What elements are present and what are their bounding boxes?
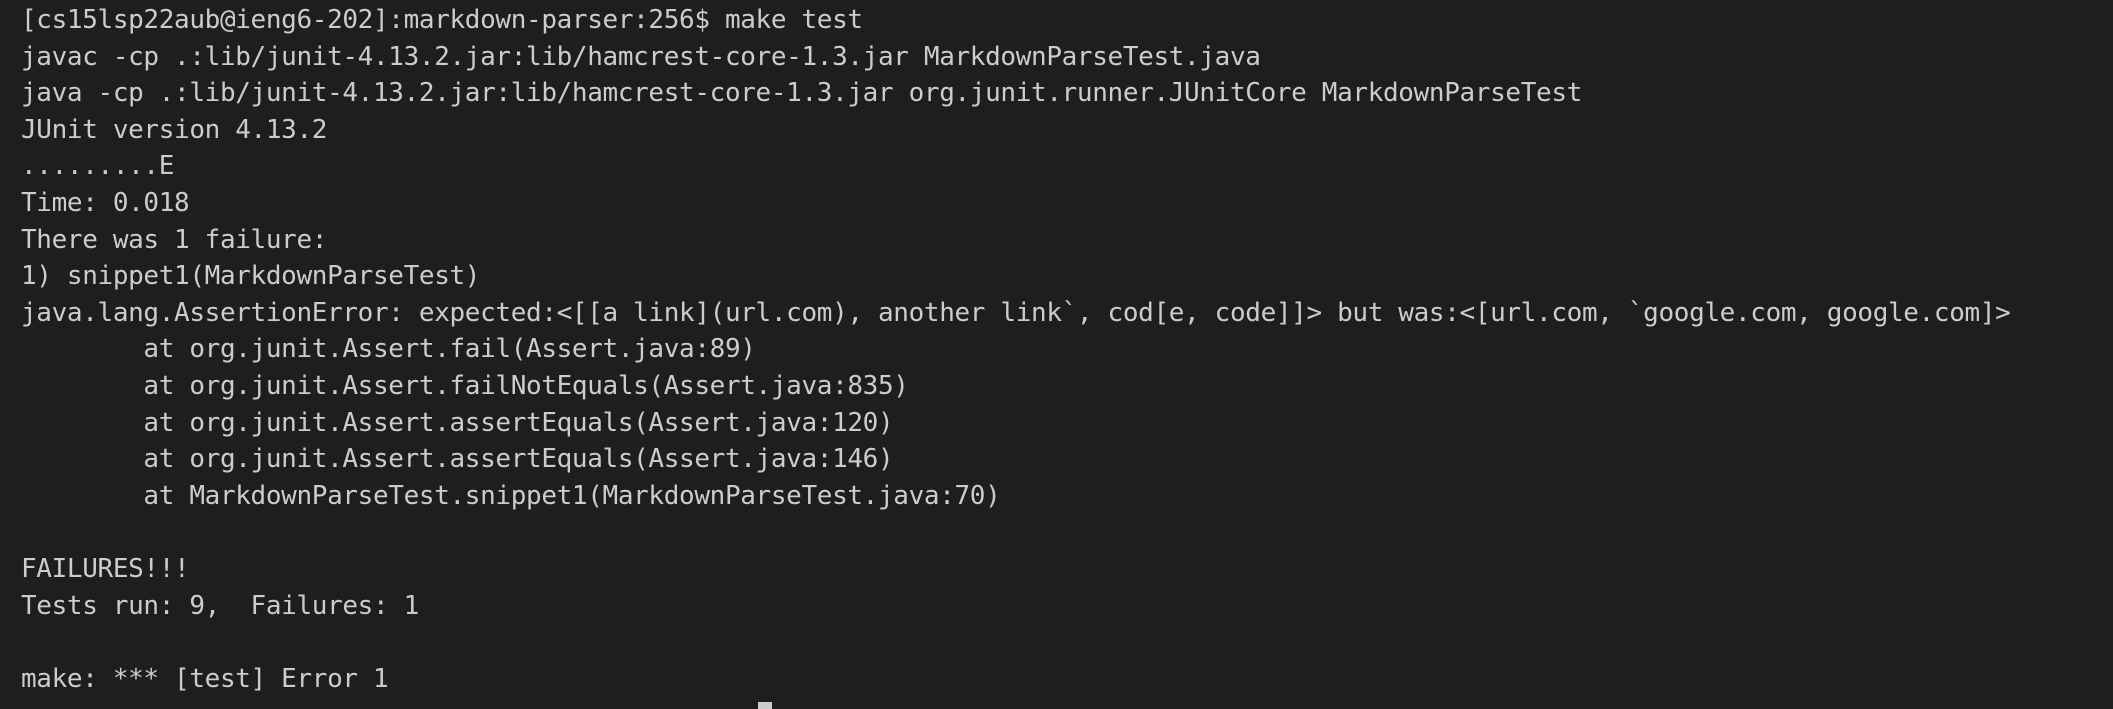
output-line: .........E [21, 151, 175, 182]
stack-trace-line: at org.junit.Assert.fail(Assert.java:89) [21, 334, 756, 365]
terminal-output[interactable]: [cs15lsp22aub@ieng6-202]:markdown-parser… [0, 0, 2113, 709]
stack-trace-line: at org.junit.Assert.assertEquals(Assert.… [21, 444, 894, 475]
text-cursor [758, 702, 772, 709]
stack-trace-line: at org.junit.Assert.assertEquals(Assert.… [21, 407, 894, 438]
output-line: java -cp .:lib/junit-4.13.2.jar:lib/hamc… [21, 78, 1582, 109]
prompt-line: [cs15lsp22aub@ieng6-202]:markdown-parser… [21, 5, 863, 35]
output-line: FAILURES!!! [21, 553, 190, 584]
output-line: JUnit version 4.13.2 [21, 114, 328, 145]
stack-trace-line: at org.junit.Assert.failNotEquals(Assert… [21, 370, 909, 401]
output-line: javac -cp .:lib/junit-4.13.2.jar:lib/ham… [21, 41, 1261, 72]
output-line: There was 1 failure: [21, 224, 328, 255]
output-line: 1) snippet1(MarkdownParseTest) [21, 261, 481, 292]
output-line: make: *** [test] Error 1 [21, 663, 389, 694]
output-line: Tests run: 9, Failures: 1 [21, 590, 419, 621]
stack-trace-line: at MarkdownParseTest.snippet1(MarkdownPa… [21, 480, 1001, 511]
output-line: java.lang.AssertionError: expected:<[[a … [21, 297, 2011, 328]
output-line: Time: 0.018 [21, 187, 190, 218]
